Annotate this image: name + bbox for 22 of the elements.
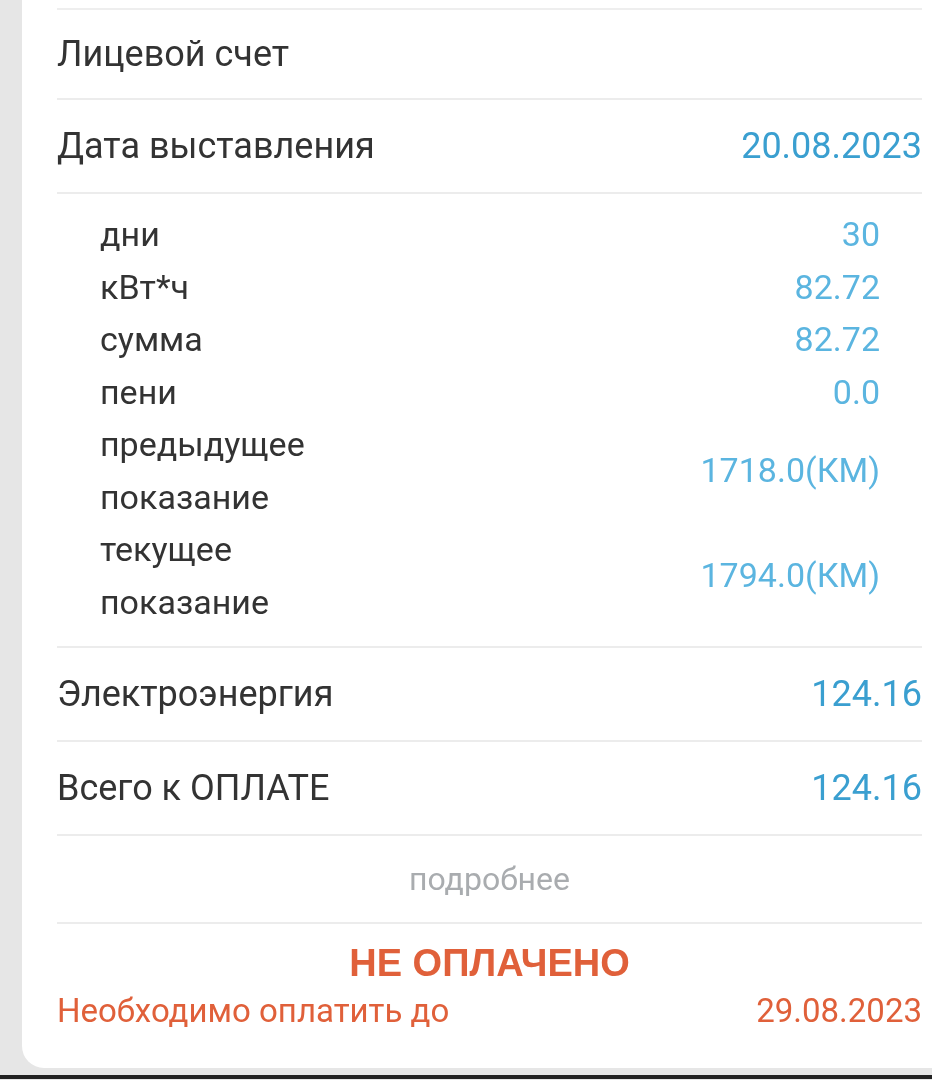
detail-value: 1718.0(КМ) bbox=[700, 449, 880, 493]
charge-value: 124.16 bbox=[811, 767, 922, 809]
detail-value: 1794.0(КМ) bbox=[700, 554, 880, 598]
detail-value: 82.72 bbox=[794, 318, 880, 361]
issue-date-label: Дата выставления bbox=[57, 125, 375, 167]
detail-value: 0.0 bbox=[832, 370, 880, 414]
charge-label: Всего к ОПЛАТЕ bbox=[57, 767, 330, 809]
charge-label: Электроэнергия bbox=[57, 673, 334, 715]
detail-value: 82.72 bbox=[794, 265, 880, 309]
due-label: Необходимо оплатить до bbox=[57, 991, 450, 1030]
detail-value: 30 bbox=[841, 213, 880, 256]
more-link[interactable]: подробнее bbox=[409, 860, 570, 898]
detail-label: текущее показание bbox=[100, 528, 270, 624]
detail-label: кВт*ч bbox=[100, 265, 191, 309]
charge-value: 124.16 bbox=[811, 673, 922, 715]
detail-label: пени bbox=[100, 370, 178, 414]
payment-status: НЕ ОПЛАЧЕНО bbox=[349, 942, 630, 985]
account-label: Лицевой счет bbox=[57, 33, 290, 75]
detail-label: сумма bbox=[100, 318, 204, 361]
detail-label: дни bbox=[100, 213, 161, 256]
issue-date-value: 20.08.2023 bbox=[741, 125, 922, 167]
due-date: 29.08.2023 bbox=[756, 991, 922, 1030]
